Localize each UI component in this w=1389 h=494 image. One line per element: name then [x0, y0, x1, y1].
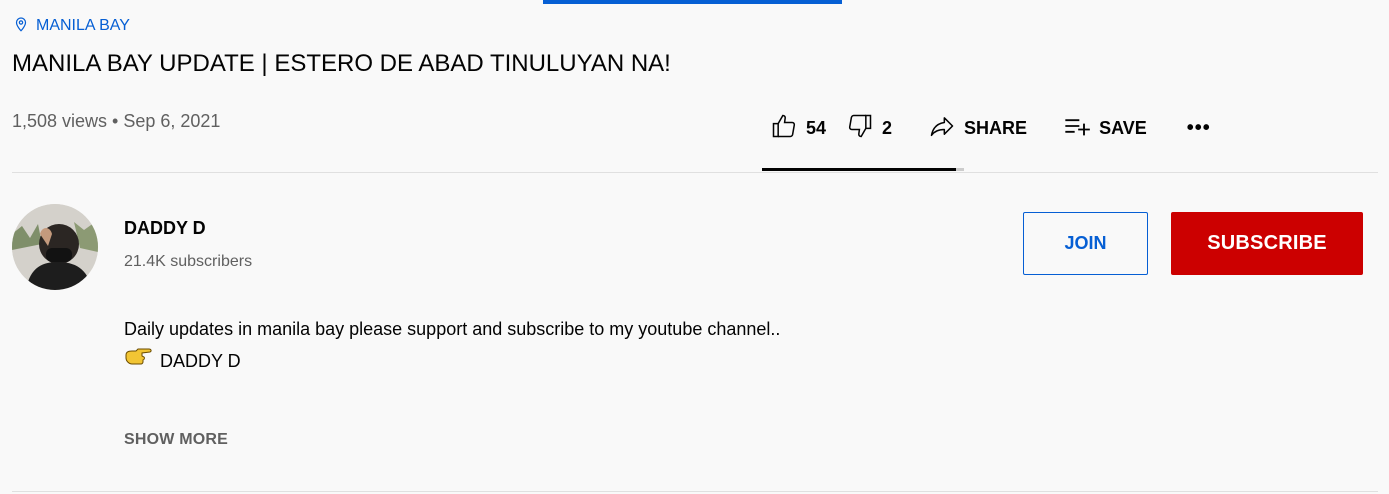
like-ratio-fill	[762, 168, 956, 171]
share-arrow-icon	[928, 112, 956, 145]
playlist-add-icon	[1063, 112, 1091, 145]
divider-top	[12, 172, 1378, 173]
description-signature: DADDY D	[124, 345, 780, 377]
video-description: Daily updates in manila bay please suppo…	[124, 313, 780, 377]
more-actions-button[interactable]: •••	[1187, 117, 1211, 140]
save-button[interactable]: SAVE	[1063, 112, 1147, 145]
description-signature-text: DADDY D	[160, 351, 241, 371]
description-line: Daily updates in manila bay please suppo…	[124, 319, 781, 339]
channel-name[interactable]: DADDY D	[124, 218, 206, 239]
subscribe-button[interactable]: SUBSCRIBE	[1171, 212, 1363, 275]
divider-bottom	[12, 491, 1378, 492]
video-meta: 1,508 views • Sep 6, 2021	[12, 111, 221, 131]
like-button[interactable]: 54	[770, 112, 826, 145]
dislike-count: 2	[882, 117, 893, 138]
thumbs-down-icon	[846, 112, 874, 145]
pointing-hand-icon	[124, 345, 154, 377]
action-bar: 54 2 SHARE SAVE •••	[770, 108, 1211, 148]
like-count: 54	[806, 117, 827, 138]
video-title: MANILA BAY UPDATE | ESTERO DE ABAD TINUL…	[12, 50, 671, 77]
location-tag[interactable]: MANILA BAY	[12, 14, 130, 38]
channel-avatar[interactable]	[12, 204, 98, 290]
save-label: SAVE	[1099, 117, 1147, 138]
share-label: SHARE	[964, 117, 1028, 138]
dislike-button[interactable]: 2	[846, 112, 892, 145]
join-button[interactable]: JOIN	[1023, 212, 1148, 275]
location-label[interactable]: MANILA BAY	[36, 17, 130, 35]
location-pin-icon	[12, 15, 30, 38]
like-dislike-bar	[762, 168, 964, 171]
share-button[interactable]: SHARE	[928, 112, 1027, 145]
subscriber-count: 21.4K subscribers	[124, 253, 253, 270]
show-more-button[interactable]: SHOW MORE	[124, 431, 228, 449]
thumbs-up-icon	[770, 112, 798, 145]
top-accent-bar	[543, 0, 842, 4]
